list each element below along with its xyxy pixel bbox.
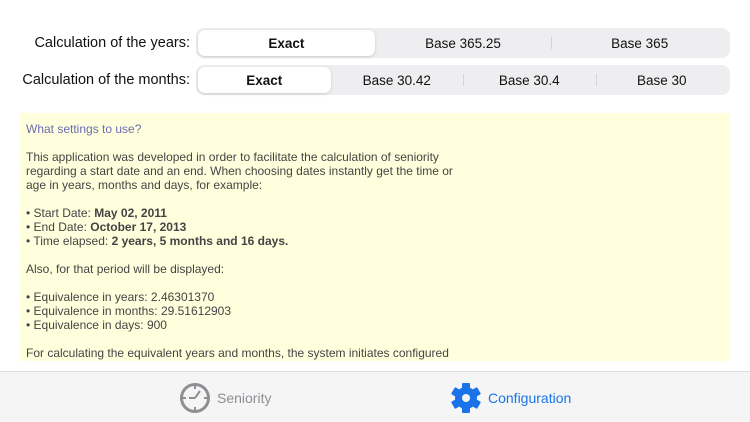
tab-seniority-label: Seniority <box>217 390 272 406</box>
info-more: For calculating the equivalent years and… <box>26 346 449 360</box>
end-label: • End Date: <box>26 220 91 234</box>
months-option-exact[interactable]: Exact <box>198 67 331 93</box>
years-segmented-control: Exact Base 365.25 Base 365 <box>196 28 730 58</box>
start-label: • Start Date: <box>26 206 95 220</box>
months-label: Calculation of the months: <box>22 72 190 88</box>
eq-days: • Equivalence in days: 900 <box>26 318 167 332</box>
clock-icon <box>180 383 210 413</box>
start-value: May 02, 2011 <box>94 206 167 220</box>
info-intro: This application was developed in order … <box>26 150 453 192</box>
gear-icon <box>451 383 481 413</box>
years-setting-row: Calculation of the years: Exact Base 365… <box>0 28 750 58</box>
end-value: October 17, 2013 <box>90 220 187 234</box>
years-option-exact[interactable]: Exact <box>198 30 375 56</box>
years-option-base-365[interactable]: Base 365 <box>551 30 728 56</box>
tab-configuration-label: Configuration <box>488 390 572 406</box>
info-title: What settings to use? <box>26 122 142 136</box>
years-option-base-365-25[interactable]: Base 365.25 <box>375 30 552 56</box>
elapsed-label: • Time elapsed: <box>26 234 112 248</box>
months-setting-row: Calculation of the months: Exact Base 30… <box>0 65 750 95</box>
example-list: • Start Date: May 02, 2011 • End Date: O… <box>26 206 724 248</box>
years-label: Calculation of the years: <box>34 35 190 51</box>
elapsed-value: 2 years, 5 months and 16 days. <box>111 234 289 248</box>
eq-years: • Equivalence in years: 2.46301370 <box>26 290 215 304</box>
tab-configuration[interactable]: Configuration <box>450 382 571 414</box>
months-option-base-30[interactable]: Base 30 <box>595 67 729 93</box>
tab-seniority[interactable]: Seniority <box>179 382 271 414</box>
equivalence-list: • Equivalence in years: 2.46301370 • Equ… <box>26 290 724 332</box>
eq-months: • Equivalence in months: 29.51612903 <box>26 304 232 318</box>
info-panel[interactable]: What settings to use? This application w… <box>20 113 730 361</box>
info-also: Also, for that period will be displayed: <box>26 262 225 276</box>
months-option-base-30-42[interactable]: Base 30.42 <box>331 67 464 93</box>
tab-bar: Seniority Configuration <box>0 371 750 422</box>
months-segmented-control: Exact Base 30.42 Base 30.4 Base 30 <box>196 65 730 95</box>
months-option-base-30-4[interactable]: Base 30.4 <box>463 67 596 93</box>
